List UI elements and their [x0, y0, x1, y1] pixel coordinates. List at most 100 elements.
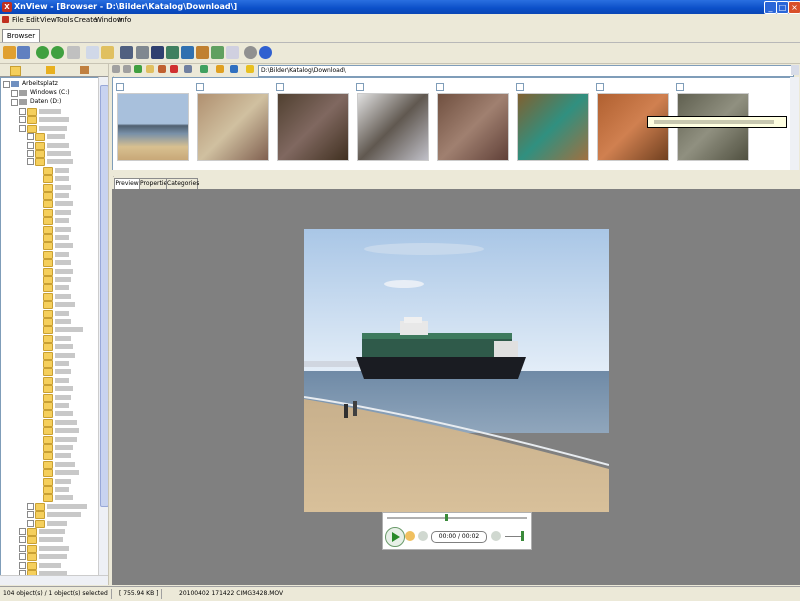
play-button[interactable] — [385, 527, 405, 547]
expand-icon[interactable] — [27, 141, 34, 149]
tree-folder-row[interactable] — [35, 325, 99, 335]
web-page-icon[interactable] — [211, 46, 224, 59]
stop-icon[interactable] — [405, 531, 415, 541]
tree-folder-row[interactable] — [35, 477, 99, 486]
rename-icon[interactable] — [158, 65, 166, 73]
tree-folder-row[interactable] — [35, 468, 99, 478]
tree-folder-row[interactable] — [35, 418, 99, 427]
tree-folder-row[interactable] — [19, 544, 99, 553]
tree-folder-row[interactable] — [35, 225, 99, 234]
tree-folder-row[interactable] — [27, 510, 99, 520]
tree-folder-row[interactable] — [35, 401, 99, 410]
tab-preview[interactable]: Preview — [114, 178, 140, 189]
info-icon[interactable] — [259, 46, 272, 59]
thumb-checkbox-5[interactable] — [436, 83, 444, 91]
volume-slider-handle[interactable] — [521, 531, 524, 541]
menu-file[interactable]: File — [12, 15, 24, 25]
tree-folder-row[interactable] — [35, 426, 99, 436]
contact-sheet-icon[interactable] — [226, 46, 239, 59]
expand-icon[interactable] — [19, 528, 26, 535]
tree-folder-row[interactable] — [35, 183, 99, 192]
tree-folder-row[interactable] — [35, 460, 99, 469]
path-input[interactable]: D:\Bilder\Katalog\Download\ — [258, 65, 794, 77]
thumbnail-scrollbar[interactable] — [790, 77, 799, 170]
thumb-checkbox-8[interactable] — [676, 83, 684, 91]
delete-icon[interactable] — [170, 65, 178, 73]
back-icon[interactable] — [36, 46, 49, 59]
menu-view[interactable]: View — [40, 15, 57, 25]
new-folder-icon[interactable] — [146, 65, 154, 73]
expand-icon[interactable] — [19, 536, 26, 544]
tree-folder-row[interactable] — [35, 241, 99, 251]
thumb-checkbox-3[interactable] — [276, 83, 284, 91]
sync-icon[interactable] — [230, 65, 238, 73]
thumbnail-image-3[interactable] — [277, 93, 349, 161]
expand-icon[interactable] — [19, 116, 26, 124]
tree-folder-row[interactable] — [35, 493, 99, 503]
tree-folder-row[interactable] — [35, 384, 99, 394]
menu-tools[interactable]: Tools — [56, 15, 73, 25]
collapse-icon[interactable] — [11, 99, 18, 106]
expand-icon[interactable] — [27, 519, 34, 527]
browser-icon[interactable] — [3, 46, 16, 59]
tree-folder-row[interactable] — [35, 485, 99, 494]
folders-tab-icon[interactable] — [10, 66, 21, 76]
tree-folder-row[interactable] — [35, 233, 99, 242]
tree-folder-row[interactable] — [35, 275, 99, 284]
tree-folder-row[interactable] — [35, 334, 99, 343]
tree-folder-row[interactable] — [35, 300, 99, 310]
thumbnail-image-5[interactable] — [437, 93, 509, 161]
thumbnail-image-2[interactable] — [197, 93, 269, 161]
tree-folder-row[interactable] — [35, 208, 99, 217]
tree-folder-row[interactable] — [35, 309, 99, 318]
menu-create[interactable]: Create — [74, 15, 97, 25]
refresh-icon[interactable] — [134, 65, 142, 73]
expand-icon[interactable] — [19, 561, 26, 569]
path-dropdown-icon[interactable] — [791, 65, 799, 75]
tree-folder-row[interactable] — [35, 166, 99, 175]
fullscreen-icon[interactable] — [17, 46, 30, 59]
tree-folder-row[interactable] — [19, 115, 99, 125]
seek-track[interactable] — [387, 517, 527, 519]
move-icon[interactable] — [101, 46, 114, 59]
binoculars-icon[interactable] — [120, 46, 133, 59]
tree-folder-row[interactable] — [35, 409, 99, 419]
expand-icon[interactable] — [19, 544, 26, 552]
tree-folder-row[interactable] — [35, 435, 99, 444]
tree-folder-row[interactable] — [35, 258, 99, 268]
thumbnail-image-6[interactable] — [517, 93, 589, 161]
tree-folder-row[interactable] — [35, 216, 99, 226]
tree-folder-row[interactable] — [35, 250, 99, 259]
expand-icon[interactable] — [27, 150, 34, 157]
tree-folder-row[interactable] — [19, 535, 99, 545]
sort-icon[interactable] — [216, 65, 224, 73]
thumb-checkbox-7[interactable] — [596, 83, 604, 91]
tab-browser[interactable]: Browser — [2, 29, 40, 42]
tree-folder-row[interactable] — [27, 132, 99, 142]
menu-info[interactable]: Info — [118, 15, 131, 25]
tree-folder-row[interactable] — [27, 141, 99, 150]
tree-folder-row[interactable] — [27, 157, 99, 167]
nav-forward-icon[interactable] — [123, 65, 131, 73]
tree-folder-row[interactable] — [27, 149, 99, 158]
tree-vertical-scrollbar[interactable] — [98, 77, 109, 575]
expand-icon[interactable] — [11, 90, 18, 97]
app-menu-icon[interactable] — [2, 16, 9, 23]
thumbnail-ship[interactable] — [117, 93, 189, 161]
slideshow-icon[interactable] — [166, 46, 179, 59]
expand-icon[interactable] — [19, 553, 26, 561]
thumb-checkbox-2[interactable] — [196, 83, 204, 91]
close-button[interactable]: × — [788, 1, 800, 14]
tree-folder-row[interactable] — [35, 342, 99, 352]
tree-folder-row[interactable] — [35, 191, 99, 200]
expand-icon[interactable] — [27, 511, 34, 519]
tree-folder-row[interactable] — [19, 561, 99, 570]
scan-icon[interactable] — [151, 46, 164, 59]
forward-icon[interactable] — [51, 46, 64, 59]
tree-horizontal-scrollbar[interactable] — [0, 575, 108, 585]
tree-folder-row[interactable] — [27, 502, 99, 511]
tab-properties[interactable]: Properties — [139, 178, 170, 189]
horizontal-splitter[interactable] — [112, 170, 800, 176]
convert-icon[interactable] — [181, 46, 194, 59]
thumb-checkbox-6[interactable] — [516, 83, 524, 91]
